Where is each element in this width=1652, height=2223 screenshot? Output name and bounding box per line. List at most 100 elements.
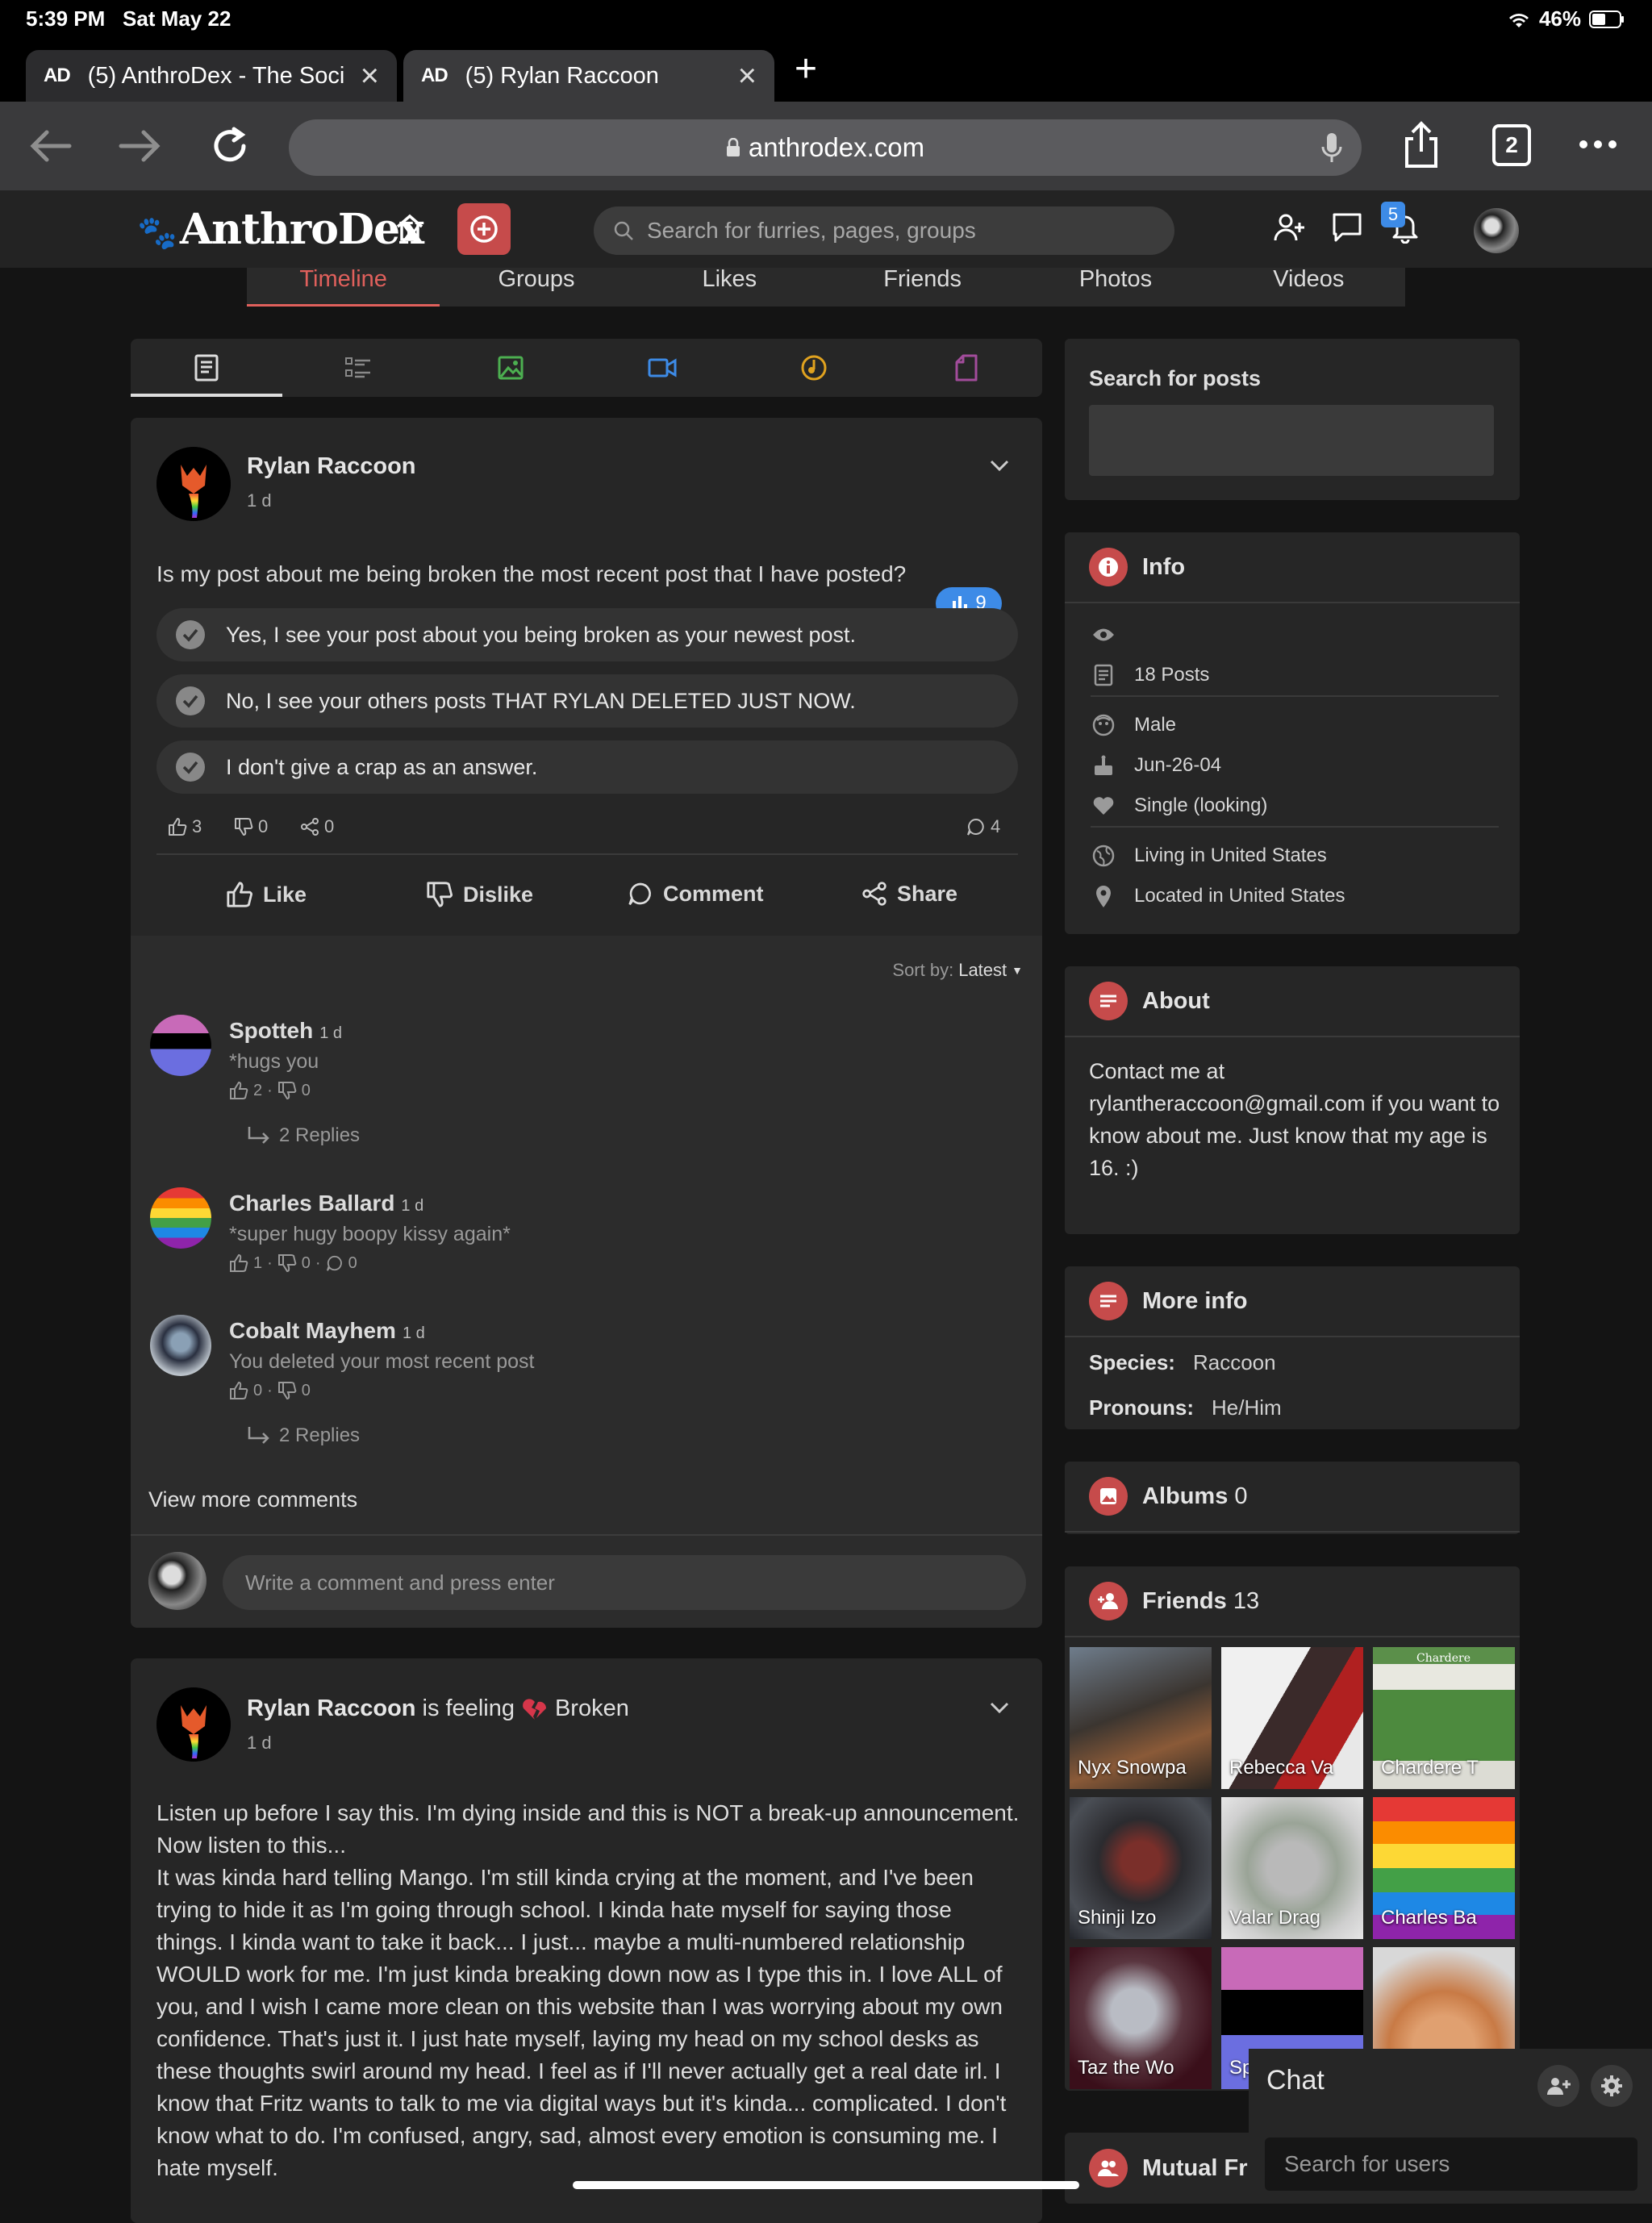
share-count[interactable]: 0 — [300, 816, 334, 837]
thumbs-down-icon[interactable] — [277, 1381, 297, 1400]
tab-likes[interactable]: Likes — [633, 268, 826, 307]
commenter-name[interactable]: Cobalt Mayhem 1 d — [229, 1318, 425, 1344]
author-name[interactable]: Rylan Raccoon — [247, 453, 416, 480]
user-avatar[interactable] — [1474, 208, 1519, 253]
chat-search-input[interactable] — [1283, 2150, 1621, 2178]
poll-option[interactable]: No, I see your others posts THAT RYLAN D… — [156, 674, 1018, 728]
more-options-icon[interactable] — [1579, 140, 1617, 148]
thumbs-down-icon — [235, 818, 253, 836]
albums-card[interactable]: Albums 0 — [1065, 1462, 1520, 1534]
browser-tab-1[interactable]: AD (5) AnthroDex - The Soci × — [26, 50, 397, 102]
dislike-button[interactable]: Dislike — [426, 881, 533, 908]
add-user-icon — [1089, 1582, 1128, 1620]
comment-replies-count: 0 — [348, 1253, 357, 1272]
chevron-down-icon[interactable] — [989, 458, 1010, 473]
chat-settings-icon[interactable] — [1591, 2065, 1633, 2107]
home-icon[interactable] — [395, 213, 424, 242]
chat-title[interactable]: Chat — [1266, 2065, 1325, 2096]
close-tab-icon[interactable]: × — [361, 60, 379, 92]
dislike-count[interactable]: 0 — [234, 816, 268, 837]
comment-icon[interactable] — [326, 1254, 344, 1272]
status-time: 5:39 PM — [26, 6, 106, 31]
thumbs-down-icon[interactable] — [277, 1253, 297, 1273]
chat-search-box[interactable] — [1265, 2138, 1637, 2191]
view-replies[interactable]: 2 Replies — [247, 1124, 360, 1147]
thumbs-up-icon[interactable] — [229, 1253, 248, 1273]
tab-timeline[interactable]: Timeline — [247, 268, 440, 307]
thumbs-up-icon[interactable] — [229, 1381, 248, 1400]
like-button[interactable]: Like — [226, 881, 307, 908]
filter-all-posts[interactable] — [131, 339, 283, 397]
author-name[interactable]: Rylan Raccoon — [247, 1695, 416, 1722]
commenter-name[interactable]: Spotteh 1 d — [229, 1018, 342, 1044]
share-button[interactable]: Share — [861, 881, 957, 907]
forward-icon[interactable] — [118, 129, 161, 163]
pronouns-row: Pronouns: He/Him — [1089, 1395, 1282, 1420]
close-tab-icon[interactable]: × — [738, 60, 757, 92]
tab-count-button[interactable]: 2 — [1492, 124, 1531, 166]
friend-tile[interactable]: Taz the Wo — [1070, 1947, 1212, 2089]
site-logo[interactable]: 🐾AnthroDex — [137, 205, 424, 254]
filter-videos[interactable] — [586, 339, 738, 397]
filter-audio[interactable] — [738, 339, 890, 397]
view-more-comments[interactable]: View more comments — [148, 1487, 357, 1512]
gender-value: Male — [1134, 714, 1177, 736]
filter-text[interactable] — [282, 339, 434, 397]
microphone-icon[interactable] — [1321, 132, 1342, 163]
tab-photos[interactable]: Photos — [1019, 268, 1212, 307]
filter-photos[interactable] — [435, 339, 586, 397]
tab-groups[interactable]: Groups — [440, 268, 632, 307]
commenter-avatar[interactable] — [150, 1187, 211, 1249]
face-icon — [1092, 714, 1115, 736]
poll-post: Rylan Raccoon 1 d Is my post about me be… — [131, 418, 1042, 1628]
author-avatar[interactable] — [156, 447, 231, 521]
commenter-avatar[interactable] — [150, 1015, 211, 1076]
thumbs-down-icon[interactable] — [277, 1081, 297, 1100]
view-replies[interactable]: 2 Replies — [247, 1424, 360, 1447]
poll-option[interactable]: Yes, I see your post about you being bro… — [156, 608, 1018, 661]
new-tab-icon[interactable]: + — [795, 47, 817, 91]
posts-count: 18 Posts — [1134, 664, 1210, 686]
friend-tile[interactable]: Rebecca Va — [1221, 1647, 1363, 1789]
share-icon[interactable] — [1402, 121, 1441, 169]
comment-input-box[interactable] — [223, 1555, 1026, 1610]
messages-icon[interactable] — [1331, 211, 1363, 244]
commenter-avatar[interactable] — [150, 1315, 211, 1376]
site-search-input[interactable] — [645, 217, 1145, 244]
friend-name: Rebecca Va — [1229, 1757, 1333, 1779]
tab-friends[interactable]: Friends — [826, 268, 1019, 307]
friend-tile[interactable]: Chardere Chardere T — [1373, 1647, 1515, 1789]
commenter-name[interactable]: Charles Ballard 1 d — [229, 1191, 423, 1216]
browser-tab-2[interactable]: AD (5) Rylan Raccoon × — [403, 50, 774, 102]
poll-option-label: No, I see your others posts THAT RYLAN D… — [226, 688, 856, 713]
comment-text: *hugs you — [229, 1050, 319, 1073]
create-group-icon[interactable] — [1537, 2065, 1579, 2107]
friend-tile[interactable]: Shinji Izo — [1070, 1797, 1212, 1939]
chevron-down-icon[interactable] — [989, 1700, 1010, 1715]
create-post-button[interactable] — [457, 203, 511, 255]
reload-icon[interactable] — [210, 126, 250, 166]
thumbs-up-icon[interactable] — [229, 1081, 248, 1100]
poll-option[interactable]: I don't give a crap as an answer. — [156, 740, 1018, 794]
author-avatar[interactable] — [156, 1687, 231, 1762]
sort-dropdown[interactable]: Sort by: Latest ▼ — [892, 960, 1023, 981]
back-icon[interactable] — [29, 129, 73, 163]
friend-tile[interactable]: Nyx Snowpa — [1070, 1647, 1212, 1789]
comment-count[interactable]: 4 — [966, 816, 1000, 837]
comment-button[interactable]: Comment — [628, 881, 764, 907]
url-bar[interactable]: anthrodex.com — [289, 119, 1362, 176]
about-header: About — [1065, 966, 1520, 1037]
friend-tile[interactable]: Valar Drag — [1221, 1797, 1363, 1939]
logo-text: AnthroDex — [179, 205, 424, 254]
notification-badge: 5 — [1381, 202, 1405, 227]
site-search[interactable] — [594, 206, 1174, 255]
filter-files[interactable] — [891, 339, 1042, 397]
add-friend-icon[interactable] — [1273, 211, 1305, 244]
tab-videos[interactable]: Videos — [1212, 268, 1405, 307]
like-count[interactable]: 3 — [168, 816, 202, 837]
friend-tile[interactable]: Charles Ba — [1373, 1797, 1515, 1939]
located-value: Located in United States — [1134, 885, 1345, 907]
comment-input[interactable] — [244, 1569, 970, 1596]
posts-row: 18 Posts — [1065, 655, 1520, 695]
search-posts-input[interactable] — [1089, 405, 1494, 476]
